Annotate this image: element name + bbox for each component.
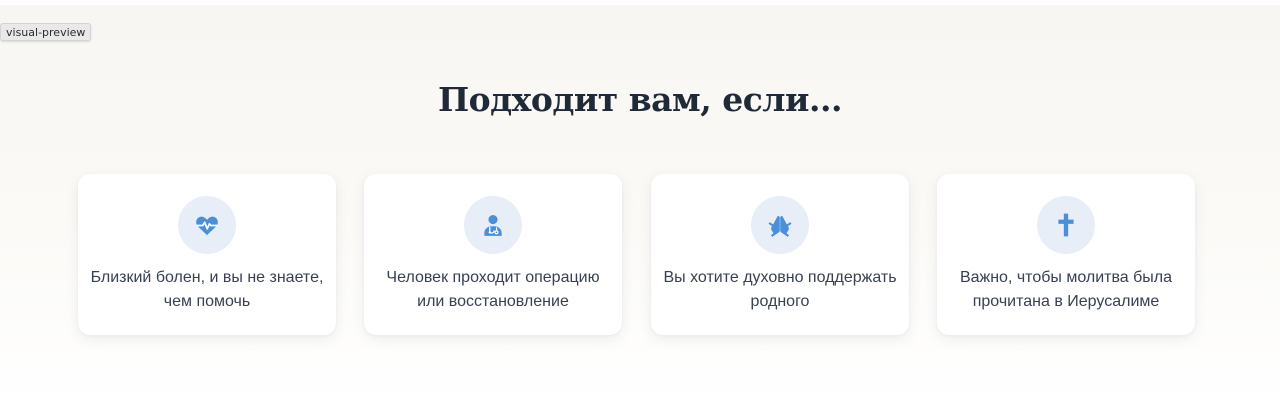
visual-preview-tag: visual-preview [0, 23, 92, 41]
cross-icon [1058, 213, 1074, 237]
praying-hands-icon [768, 216, 792, 237]
section-title: Подходит вам, если... [437, 80, 843, 119]
heart-pulse-icon [196, 216, 218, 236]
card-text: Близкий болен, и вы не знаете, чем помоч… [90, 269, 324, 310]
card-text: Вы хотите духовно поддержать родного [663, 269, 897, 310]
cards-grid: Близкий болен, и вы не знаете, чем помоч… [78, 174, 1196, 335]
card-text: Важно, чтобы молитва была прочитана в Ие… [959, 269, 1173, 310]
feature-card: Близкий болен, и вы не знаете, чем помоч… [78, 174, 336, 335]
icon-circle [464, 196, 522, 254]
icon-circle [178, 196, 236, 254]
feature-card: Человек проходит операцию или восстановл… [364, 174, 622, 335]
feature-card: Важно, чтобы молитва была прочитана в Ие… [937, 174, 1195, 335]
card-text: Человек проходит операцию или восстановл… [386, 269, 600, 310]
feature-card: Вы хотите духовно поддержать родного [651, 174, 909, 335]
icon-circle [1037, 196, 1095, 254]
doctor-icon [484, 215, 502, 236]
suitable-for-section: Подходит вам, если... Близкий болен, и в… [0, 5, 1280, 408]
icon-circle [751, 196, 809, 254]
